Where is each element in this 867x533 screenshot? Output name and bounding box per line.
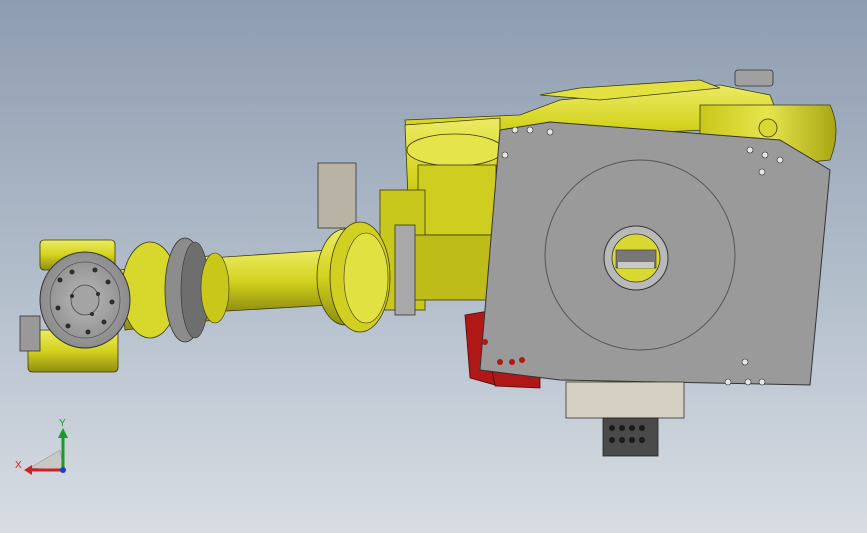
coordinate-triad[interactable]: Y X: [15, 418, 68, 475]
base-plate: [479, 121, 831, 386]
x-axis-arrowhead: [24, 465, 32, 475]
x-axis-label: X: [15, 460, 22, 471]
plate-center-bore: [603, 225, 669, 291]
bottom-blocks: [565, 381, 685, 457]
z-axis-marker: [60, 467, 66, 473]
wrist-flange: [19, 239, 131, 373]
triad-plane: [29, 449, 65, 471]
y-axis-label: Y: [59, 418, 66, 429]
robot-model-canvas[interactable]: Y X: [0, 0, 867, 533]
forearm-shaft: [119, 221, 391, 343]
y-axis-arrowhead: [58, 428, 68, 438]
cad-viewport[interactable]: Y X: [0, 0, 867, 533]
